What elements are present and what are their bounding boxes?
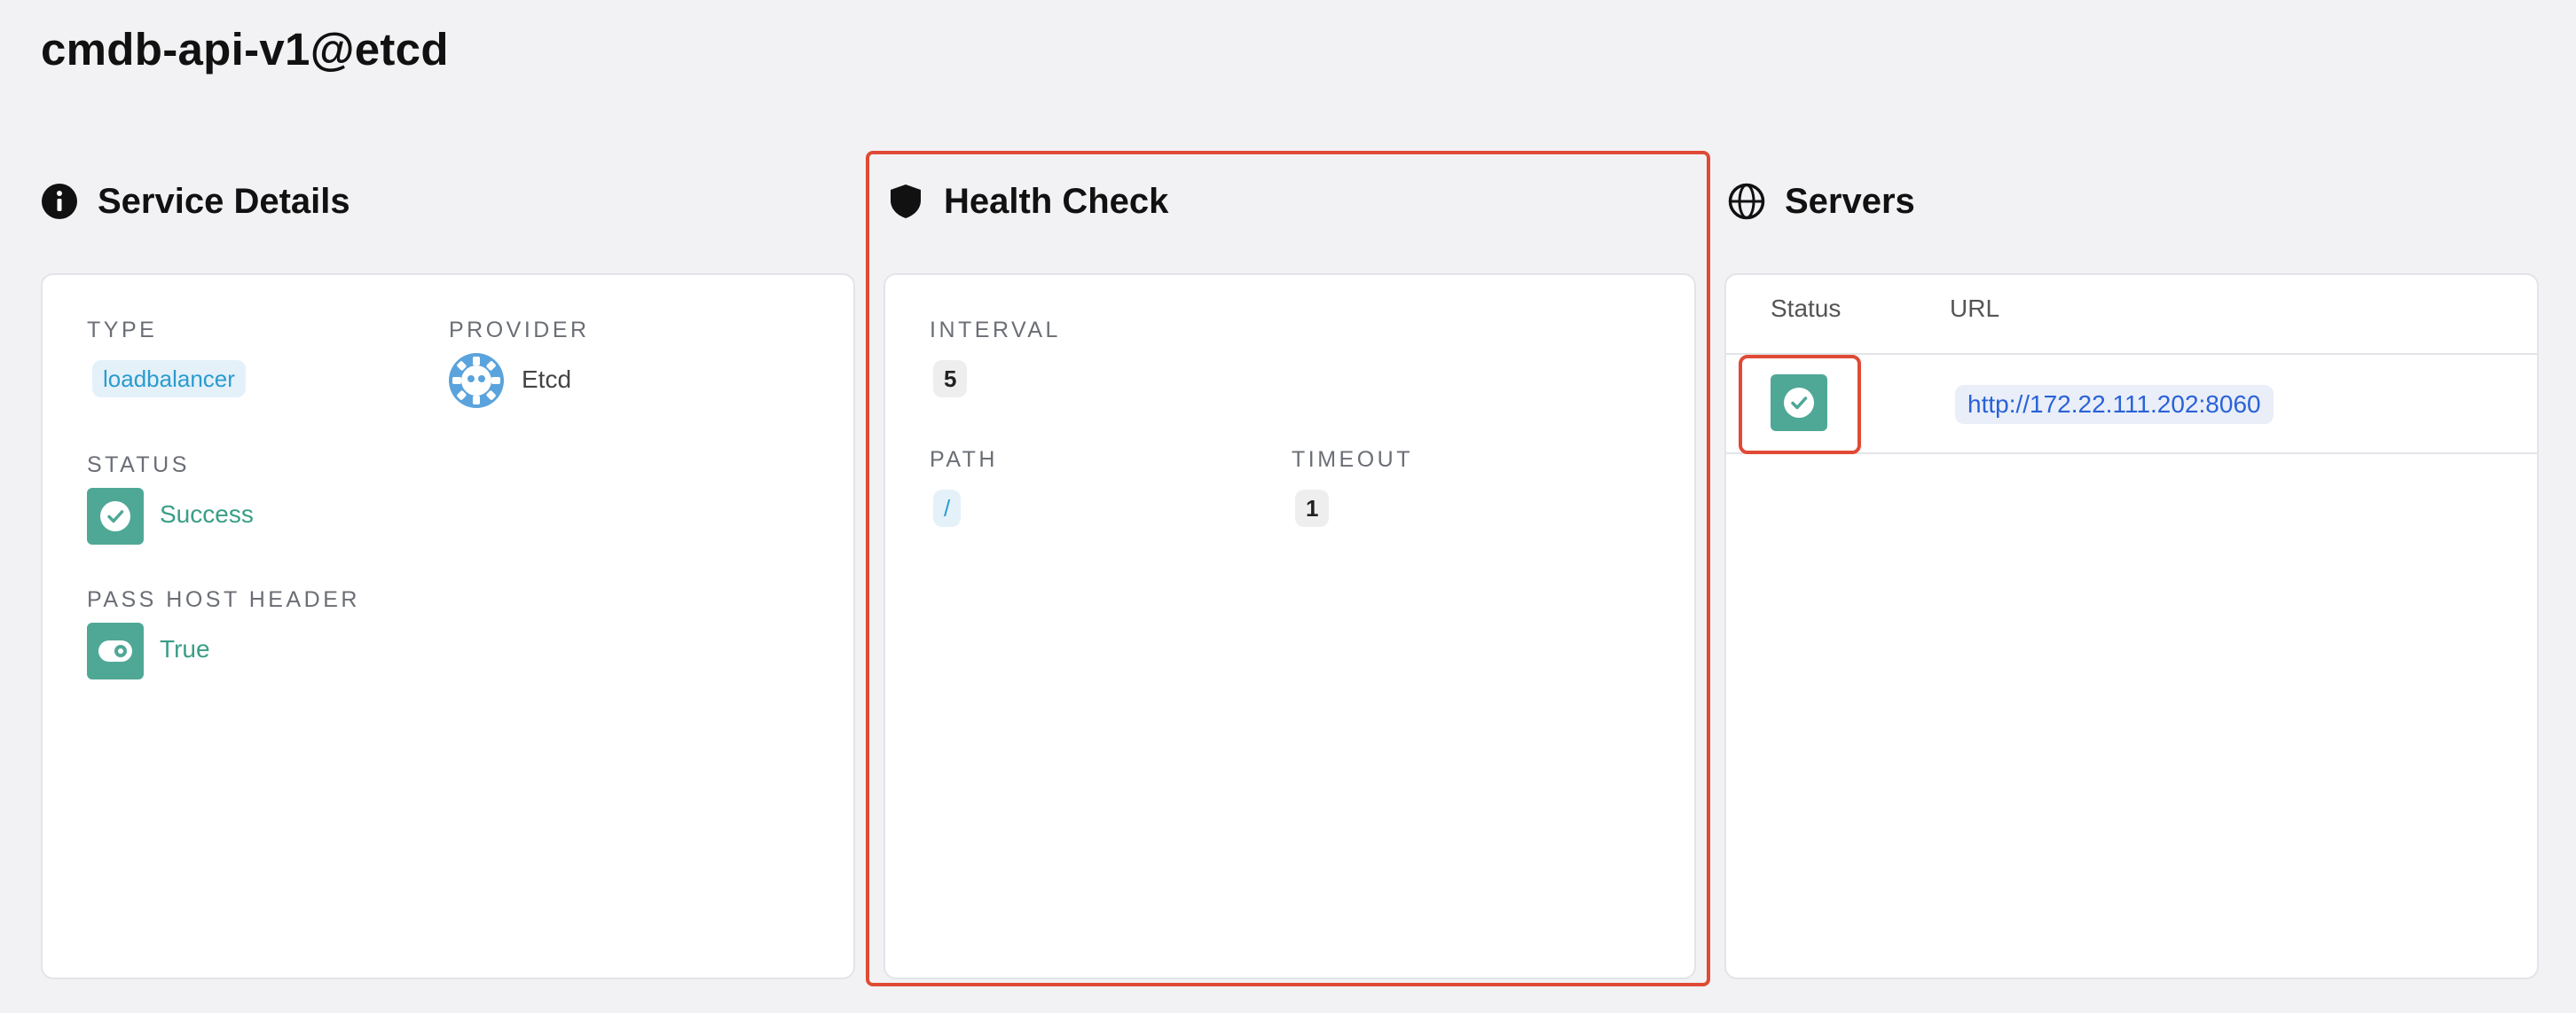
shield-icon	[887, 183, 924, 220]
column-header-status: Status	[1771, 294, 1842, 322]
interval-value: 5	[933, 360, 968, 397]
provider-label: PROVIDER	[449, 318, 590, 342]
globe-icon	[1728, 183, 1765, 220]
interval-label: INTERVAL	[930, 318, 1061, 342]
page-title: cmdb-api-v1@etcd	[41, 24, 449, 75]
health-check-title: Health Check	[944, 181, 1169, 221]
path-value: /	[933, 490, 962, 527]
timeout-value: 1	[1295, 490, 1330, 527]
column-header-url: URL	[1950, 294, 2000, 322]
server-status-indicator	[1771, 374, 1827, 431]
service-page: cmdb-api-v1@etcd Service Details TYPE lo…	[0, 0, 2576, 1013]
type-label: TYPE	[87, 318, 158, 342]
info-icon	[41, 183, 78, 220]
health-check-heading: Health Check	[887, 177, 1168, 225]
check-circle-icon	[99, 500, 131, 532]
type-value: loadbalancer	[92, 360, 246, 397]
toggle-on-icon	[98, 640, 133, 663]
etcd-logo-icon	[447, 351, 506, 410]
servers-title: Servers	[1785, 181, 1915, 221]
pass-host-header-value: True	[160, 635, 210, 663]
provider-value: Etcd	[522, 365, 572, 393]
path-label: PATH	[930, 447, 998, 472]
health-check-card: INTERVAL 5 PATH / TIMEOUT 1	[884, 273, 1696, 979]
table-row[interactable]: http://172.22.111.202:8060	[1726, 355, 2537, 454]
pass-host-header-indicator	[87, 623, 144, 679]
service-details-title: Service Details	[98, 181, 350, 221]
status-indicator	[87, 488, 144, 545]
status-value: Success	[160, 500, 254, 528]
check-circle-icon	[1783, 387, 1815, 419]
row-divider	[1726, 452, 2537, 454]
servers-heading: Servers	[1728, 177, 1915, 225]
server-url-link[interactable]: http://172.22.111.202:8060	[1955, 385, 2274, 424]
service-details-heading: Service Details	[41, 177, 350, 225]
servers-card: Status URL http://172.22.111.202:8060	[1724, 273, 2539, 979]
pass-host-header-label: PASS HOST HEADER	[87, 587, 360, 612]
service-details-card: TYPE loadbalancer PROVIDER Etcd STATUS S…	[41, 273, 855, 979]
status-label: STATUS	[87, 452, 190, 477]
timeout-label: TIMEOUT	[1292, 447, 1413, 472]
